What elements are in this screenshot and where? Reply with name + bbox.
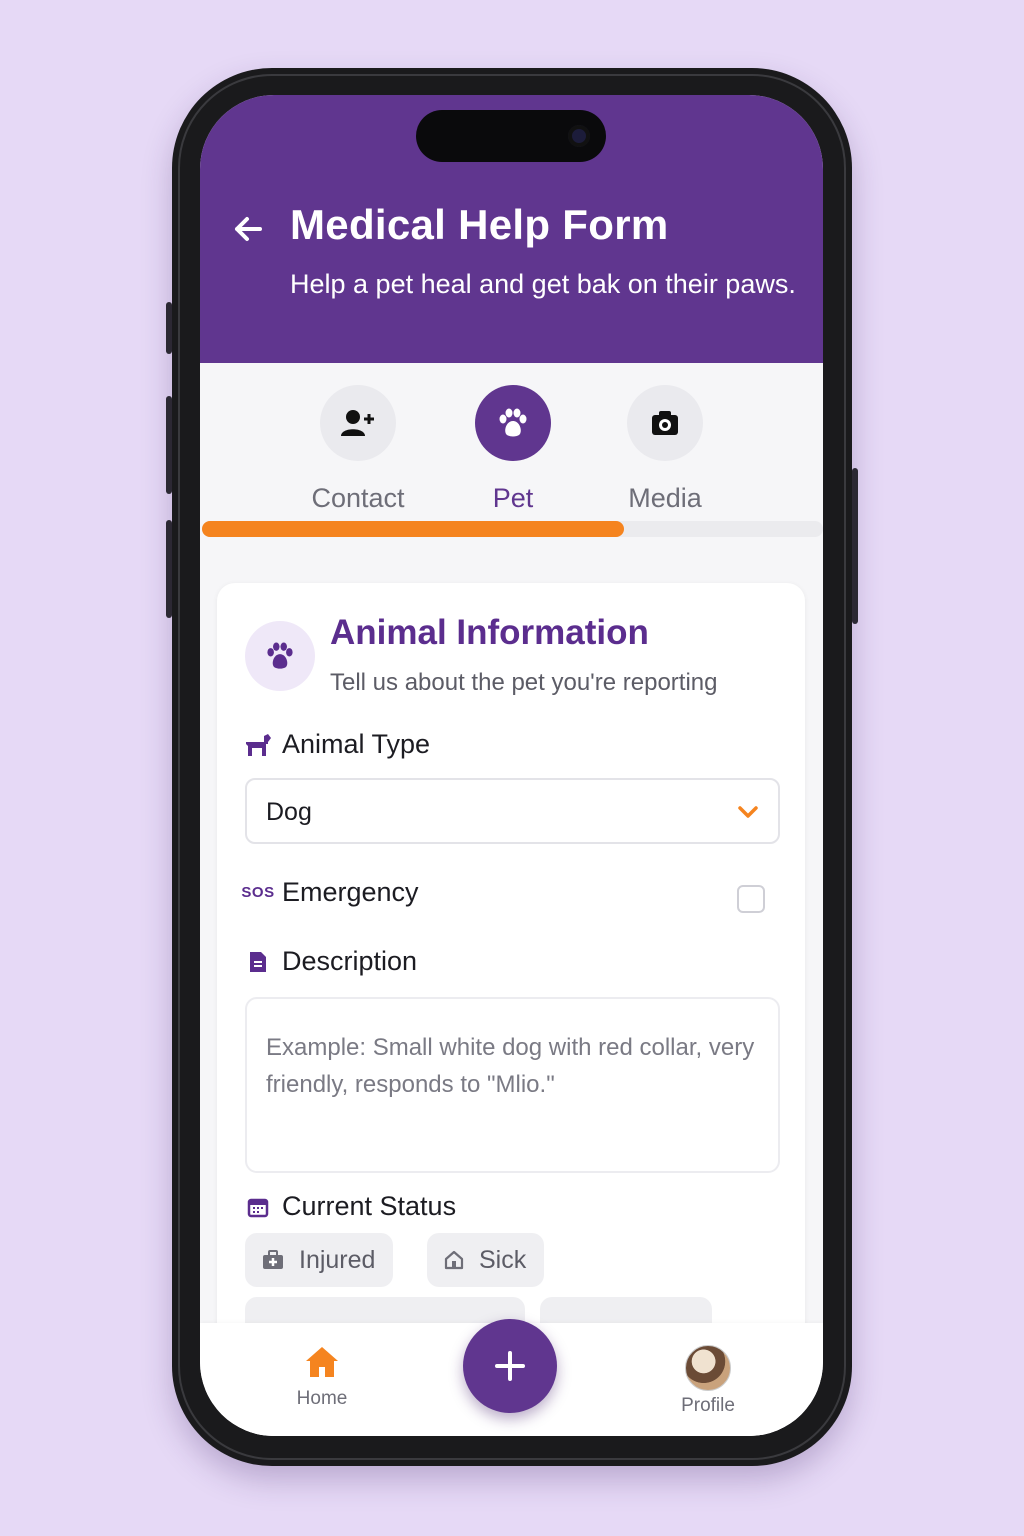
step-media-label: Media — [628, 483, 702, 513]
back-arrow-icon[interactable] — [230, 211, 266, 247]
animal-type-select[interactable]: Dog — [245, 778, 780, 844]
camera-icon — [652, 411, 678, 435]
sos-icon: SOS — [241, 884, 275, 901]
calendar-icon — [244, 1196, 272, 1218]
app-screen: Medical Help Form Help a pet heal and ge… — [200, 95, 823, 1436]
dynamic-island — [416, 110, 606, 162]
animal-type-value: Dog — [266, 798, 312, 826]
step-contact[interactable]: Contact — [283, 385, 433, 514]
power-button — [852, 468, 858, 624]
step-pet-circle — [475, 385, 551, 461]
progress-bar — [202, 521, 823, 537]
description-textarea[interactable]: Example: Small white dog with red collar… — [245, 997, 780, 1173]
nav-home[interactable]: Home — [267, 1345, 377, 1410]
step-media-circle — [627, 385, 703, 461]
current-status-label: Current Status — [244, 1191, 456, 1222]
page-subtitle: Help a pet heal and get bak on their paw… — [290, 269, 796, 299]
description-label: Description — [244, 946, 417, 977]
animal-info-card: Animal Information Tell us about the pet… — [217, 583, 805, 1436]
step-pet-label: Pet — [492, 483, 534, 513]
paw-icon — [267, 642, 293, 669]
card-subtitle: Tell us about the pet you're reporting — [330, 669, 718, 696]
step-contact-circle — [320, 385, 396, 461]
document-icon — [244, 950, 272, 974]
emergency-text: Emergency — [282, 877, 419, 907]
card-title: Animal Information — [330, 613, 649, 652]
progress-bar-fill — [202, 521, 625, 537]
add-user-icon — [341, 410, 374, 436]
animal-type-label: Animal Type — [244, 729, 430, 760]
status-chip-injured[interactable]: Injured — [245, 1233, 394, 1287]
camera-lens — [568, 125, 590, 147]
nav-home-label: Home — [296, 1388, 348, 1409]
status-chip-sick[interactable]: Sick — [427, 1233, 545, 1287]
emergency-label: SOS Emergency — [241, 877, 419, 908]
plus-icon — [495, 1351, 525, 1381]
home-icon — [306, 1347, 338, 1377]
emergency-checkbox[interactable] — [737, 885, 765, 913]
avatar — [685, 1345, 731, 1391]
step-media[interactable]: Media — [590, 385, 740, 514]
nav-profile-label: Profile — [681, 1395, 735, 1416]
paw-icon — [499, 408, 527, 437]
nav-profile[interactable]: Profile — [653, 1345, 763, 1417]
card-paw-badge — [245, 621, 315, 691]
status-chip-injured-label: Injured — [299, 1245, 376, 1274]
step-contact-label: Contact — [311, 483, 405, 513]
animal-type-text: Animal Type — [282, 729, 431, 759]
first-aid-kit-icon — [263, 1250, 283, 1269]
chevron-down-icon — [738, 806, 758, 818]
current-status-text: Current Status — [282, 1191, 457, 1221]
dog-icon — [244, 732, 272, 758]
home-outline-icon — [444, 1250, 464, 1270]
page-title: Medical Help Form — [290, 201, 669, 248]
step-pet[interactable]: Pet — [438, 385, 588, 514]
description-placeholder: Example: Small white dog with red collar… — [266, 1034, 755, 1098]
status-chip-sick-label: Sick — [479, 1245, 527, 1274]
description-text: Description — [282, 946, 418, 976]
add-report-button[interactable] — [463, 1319, 557, 1413]
